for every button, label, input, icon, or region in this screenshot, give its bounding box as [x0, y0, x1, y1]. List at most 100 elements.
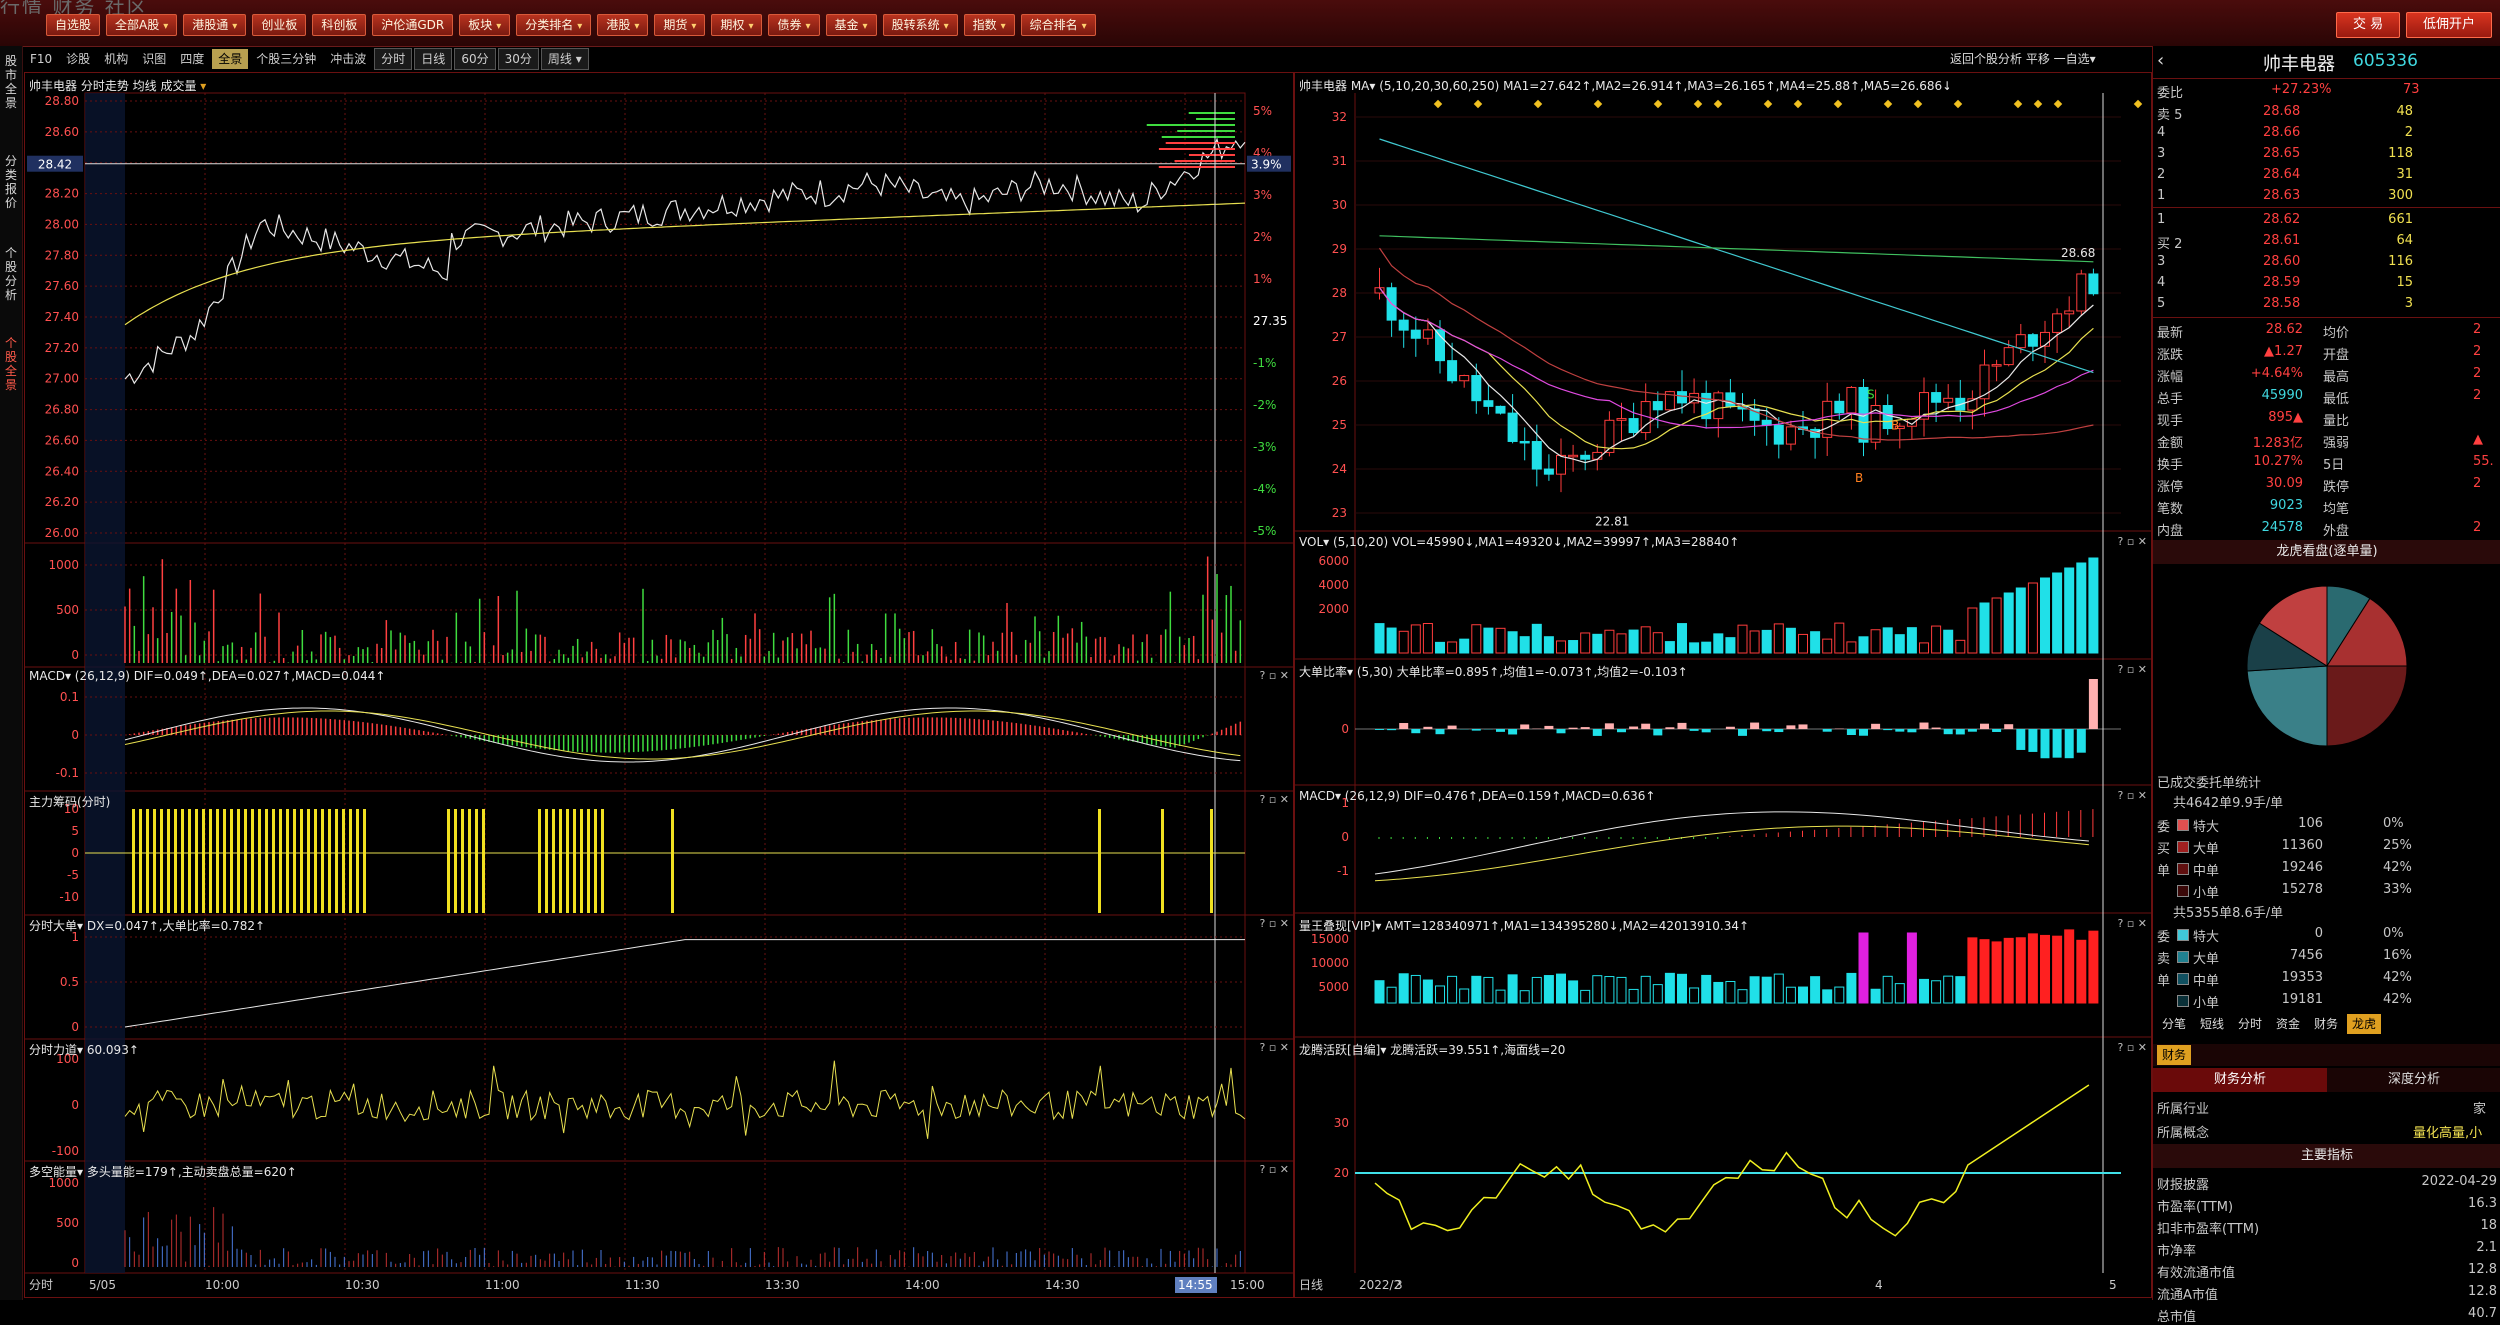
chip-bar: [244, 809, 247, 913]
kratio-controls[interactable]: ? ▫ ✕: [2117, 663, 2147, 676]
vtab-category-quote[interactable]: 分类报价: [1, 154, 21, 210]
chip-bar: [335, 809, 338, 913]
chip-bar: [573, 809, 576, 913]
buy-total: 共4642单9.9手/单: [2173, 792, 2283, 811]
bottom-tab-0[interactable]: 分笔: [2157, 1014, 2191, 1034]
stat-row: 总手45990最低2: [2153, 386, 2500, 406]
tool-10[interactable]: 60分: [454, 48, 495, 70]
kdragon-controls[interactable]: ? ▫ ✕: [2117, 1041, 2147, 1054]
kqty-bar: [1859, 933, 1868, 1003]
kvol-bar: [1944, 630, 1953, 653]
candle-body: [1472, 376, 1481, 401]
bottom-tab-2[interactable]: 分时: [2233, 1014, 2267, 1034]
fin-tab[interactable]: 财务: [2157, 1045, 2191, 1065]
fin-analysis-tab[interactable]: 财务分析: [2153, 1068, 2327, 1092]
dragon-line: [1375, 1085, 2089, 1236]
kvol-bar: [1484, 628, 1493, 653]
menu-3[interactable]: 创业板: [252, 14, 306, 36]
menu-14[interactable]: 指数▾: [964, 14, 1015, 36]
stat-row: 现手895▲量比: [2153, 408, 2500, 428]
deep-analysis-tab[interactable]: 深度分析: [2327, 1068, 2500, 1092]
menu-12[interactable]: 基金▾: [826, 14, 877, 36]
kvol-bar: [1762, 630, 1771, 653]
ask-row: 228.6431: [2153, 165, 2500, 185]
menu-4[interactable]: 科创板: [312, 14, 366, 36]
tool-3[interactable]: 识图: [136, 49, 172, 69]
price-tick: 27.60: [45, 279, 79, 293]
time-tick: 11:30: [625, 1278, 660, 1292]
chip-bar: [454, 809, 457, 913]
menu-7[interactable]: 分类排名▾: [516, 14, 591, 36]
force-panel-controls[interactable]: ? ▫ ✕: [1259, 1041, 1289, 1054]
kqty-bar: [1569, 981, 1578, 1003]
kratio-tick: 0: [1341, 722, 1349, 736]
signal-diamond: [2014, 100, 2022, 108]
kvol-bar: [1968, 608, 1977, 653]
ls-panel-controls[interactable]: ? ▫ ✕: [1259, 1163, 1289, 1176]
chip-bar: [601, 809, 604, 913]
tool-8[interactable]: 分时: [374, 48, 412, 70]
candle-body: [1944, 398, 1953, 402]
trade-button[interactable]: 交 易: [2336, 12, 2400, 38]
menu-11[interactable]: 债券▾: [768, 14, 819, 36]
menu-8[interactable]: 港股▾: [597, 14, 648, 36]
kline-head-right[interactable]: 返回个股分析 平移 一自选▾: [1950, 50, 2096, 67]
price-tick: 28.20: [45, 187, 79, 201]
tool-1[interactable]: 诊股: [60, 49, 96, 69]
chip-bar: [307, 809, 310, 913]
kmacd-tick: -1: [1337, 864, 1349, 878]
menu-1[interactable]: 全部A股▾: [106, 14, 177, 36]
menu-9[interactable]: 期货▾: [654, 14, 705, 36]
chip-bar: [216, 809, 219, 913]
chip-bar: [559, 809, 562, 913]
vtab-stock-analysis[interactable]: 个股分析: [1, 246, 21, 302]
kqty-controls[interactable]: ? ▫ ✕: [2117, 917, 2147, 930]
chip-panel-controls[interactable]: ? ▫ ✕: [1259, 793, 1289, 806]
candle-body: [1520, 441, 1529, 443]
candle-body: [1617, 419, 1626, 421]
vtab-stock-panorama[interactable]: 个股全景: [1, 336, 21, 392]
bottom-tab-5[interactable]: 龙虎: [2347, 1014, 2381, 1034]
open-account-button[interactable]: 低佣开户: [2406, 12, 2492, 38]
candle-body: [1484, 401, 1493, 407]
pct-tick: 1%: [1253, 272, 1272, 286]
tool-6[interactable]: 个股三分钟: [250, 49, 322, 69]
bottom-tab-1[interactable]: 短线: [2195, 1014, 2229, 1034]
menu-6[interactable]: 板块▾: [459, 14, 510, 36]
big-panel-controls[interactable]: ? ▫ ✕: [1259, 917, 1289, 930]
vtab-market-overview[interactable]: 股市全景: [1, 54, 21, 110]
kratio-bar: [1569, 728, 1578, 729]
tool-2[interactable]: 机构: [98, 49, 134, 69]
kqty-bar: [1665, 973, 1674, 1003]
stat-row: 最新28.62均价2: [2153, 320, 2500, 340]
menu-0[interactable]: 自选股: [46, 14, 100, 36]
macd-panel-controls[interactable]: ? ▫ ✕: [1259, 669, 1289, 682]
menu-15[interactable]: 综合排名▾: [1021, 14, 1096, 36]
kvol-bar: [1508, 632, 1517, 653]
kmacd-controls[interactable]: ? ▫ ✕: [2117, 789, 2147, 802]
kratio-bar: [1774, 729, 1783, 732]
tool-9[interactable]: 日线: [414, 48, 452, 70]
time-tick: 14:00: [905, 1278, 940, 1292]
menu-5[interactable]: 沪伦通GDR: [372, 14, 453, 36]
tool-4[interactable]: 四度: [174, 49, 210, 69]
tool-12[interactable]: 周线 ▾: [541, 48, 589, 70]
kmacd-tick: 0: [1341, 830, 1349, 844]
chip-bar: [447, 809, 450, 913]
kratio-bar: [1423, 727, 1432, 729]
back-icon[interactable]: ‹: [2157, 50, 2164, 71]
menu-13[interactable]: 股转系统▾: [883, 14, 958, 36]
tool-7[interactable]: 冲击波: [324, 49, 372, 69]
kratio-bar: [1932, 728, 1941, 729]
bottom-tab-3[interactable]: 资金: [2271, 1014, 2305, 1034]
tool-5[interactable]: 全景: [212, 49, 248, 69]
tool-0[interactable]: F10: [24, 49, 58, 69]
tool-11[interactable]: 30分: [498, 48, 539, 70]
kvol-controls[interactable]: ? ▫ ✕: [2117, 535, 2147, 548]
menu-10[interactable]: 期权▾: [711, 14, 762, 36]
kqty-bar: [2016, 938, 2025, 1003]
time-tick: 11:00: [485, 1278, 520, 1292]
kratio-bar: [1581, 727, 1590, 729]
menu-2[interactable]: 港股通▾: [183, 14, 246, 36]
bottom-tab-4[interactable]: 财务: [2309, 1014, 2343, 1034]
